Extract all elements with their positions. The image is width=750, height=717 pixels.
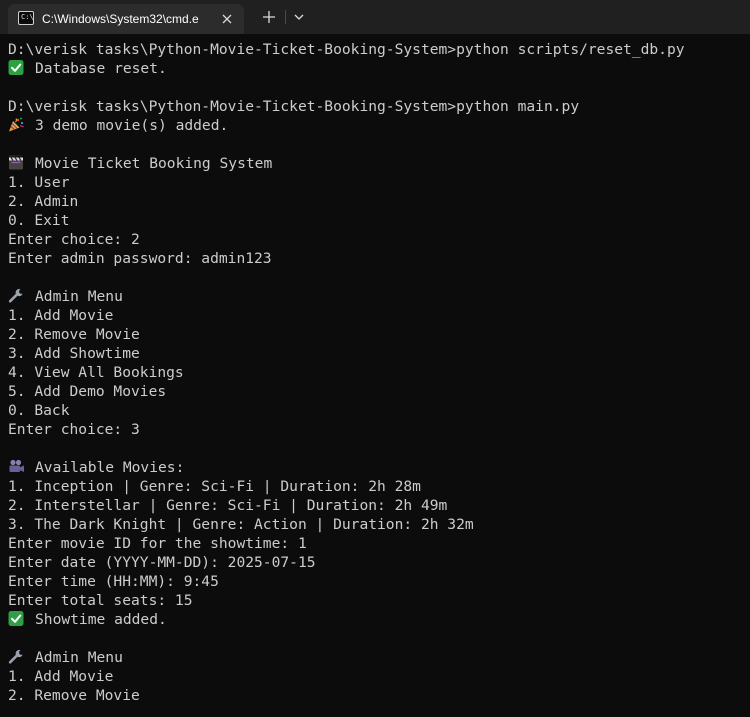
- terminal-line: 2. Remove Movie: [8, 325, 748, 344]
- terminal-line-text: Available Movies:: [35, 459, 185, 476]
- terminal-line-text: 2. Interstellar | Genre: Sci-Fi | Durati…: [8, 497, 448, 514]
- terminal-line-text: 2. Remove Movie: [8, 687, 140, 704]
- terminal-line-text: Movie Ticket Booking System: [35, 155, 273, 172]
- terminal-line: 0. Exit: [8, 211, 748, 230]
- terminal-line-text: Enter movie ID for the showtime: 1: [8, 535, 307, 552]
- terminal-line: Enter movie ID for the showtime: 1: [8, 534, 748, 553]
- terminal-line: 1. Add Movie: [8, 667, 748, 686]
- terminal-line-text: Enter time (HH:MM): 9:45: [8, 573, 219, 590]
- terminal-line: 0. Back: [8, 401, 748, 420]
- terminal-line-text: D:\verisk tasks\Python-Movie-Ticket-Book…: [8, 98, 580, 115]
- terminal-output[interactable]: D:\verisk tasks\Python-Movie-Ticket-Book…: [8, 40, 748, 705]
- terminal-line-text: Enter total seats: 15: [8, 592, 193, 609]
- terminal-line-text: 3 demo movie(s) added.: [35, 117, 229, 134]
- tab-title: C:\Windows\System32\cmd.e: [42, 12, 199, 26]
- check-mark-icon: [8, 60, 25, 75]
- tab-cmd[interactable]: C:\ C:\Windows\System32\cmd.e: [8, 4, 244, 34]
- terminal-line-text: Showtime added.: [35, 611, 167, 628]
- terminal-line: Database reset.: [8, 59, 748, 78]
- terminal-line: D:\verisk tasks\Python-Movie-Ticket-Book…: [8, 97, 748, 116]
- terminal-line: Enter date (YYYY-MM-DD): 2025-07-15: [8, 553, 748, 572]
- terminal-line: 3 demo movie(s) added.: [8, 116, 748, 135]
- terminal-line-text: Database reset.: [35, 60, 167, 77]
- terminal-line: Available Movies:: [8, 458, 748, 477]
- terminal-line-text: 1. User: [8, 174, 70, 191]
- terminal-line: 2. Admin: [8, 192, 748, 211]
- terminal-line: 3. Add Showtime: [8, 344, 748, 363]
- terminal-line: Enter total seats: 15: [8, 591, 748, 610]
- party-popper-icon: [8, 117, 25, 132]
- terminal-line-text: 4. View All Bookings: [8, 364, 184, 381]
- terminal-line: 3. The Dark Knight | Genre: Action | Dur…: [8, 515, 748, 534]
- terminal-line-text: 1. Inception | Genre: Sci-Fi | Duration:…: [8, 478, 421, 495]
- terminal-line: Admin Menu: [8, 287, 748, 306]
- terminal-line-text: 0. Exit: [8, 212, 70, 229]
- plus-icon[interactable]: [258, 6, 280, 28]
- terminal-line: 2. Remove Movie: [8, 686, 748, 705]
- terminal-line: Enter choice: 3: [8, 420, 748, 439]
- title-bar: C:\ C:\Windows\System32\cmd.e: [0, 0, 750, 34]
- chevron-down-icon[interactable]: [290, 6, 308, 28]
- terminal-line-text: 3. The Dark Knight | Genre: Action | Dur…: [8, 516, 474, 533]
- terminal-line: Enter choice: 2: [8, 230, 748, 249]
- tab-divider: [285, 10, 286, 24]
- terminal-line: 5. Add Demo Movies: [8, 382, 748, 401]
- terminal-line-text: 5. Add Demo Movies: [8, 383, 167, 400]
- terminal-line-text: Enter choice: 3: [8, 421, 140, 438]
- terminal-line: Showtime added.: [8, 610, 748, 629]
- terminal-line-text: Enter admin password: admin123: [8, 250, 272, 267]
- terminal-window: C:\ C:\Windows\System32\cmd.e D:\verisk …: [0, 0, 750, 717]
- movie-camera-icon: [8, 459, 25, 474]
- terminal-line-text: Admin Menu: [35, 649, 123, 666]
- wrench-icon: [8, 649, 25, 664]
- terminal-line-text: Enter choice: 2: [8, 231, 140, 248]
- terminal-line: Movie Ticket Booking System: [8, 154, 748, 173]
- wrench-icon: [8, 288, 25, 303]
- terminal-line: D:\verisk tasks\Python-Movie-Ticket-Book…: [8, 40, 748, 59]
- terminal-line: 1. User: [8, 173, 748, 192]
- terminal-line-text: 3. Add Showtime: [8, 345, 140, 362]
- terminal-line: Enter time (HH:MM): 9:45: [8, 572, 748, 591]
- terminal-line-text: Admin Menu: [35, 288, 123, 305]
- terminal-line-text: 1. Add Movie: [8, 668, 114, 685]
- terminal-line: 1. Inception | Genre: Sci-Fi | Duration:…: [8, 477, 748, 496]
- terminal-line-text: 2. Remove Movie: [8, 326, 140, 343]
- terminal-line: 4. View All Bookings: [8, 363, 748, 382]
- terminal-line-text: D:\verisk tasks\Python-Movie-Ticket-Book…: [8, 41, 685, 58]
- terminal-line-text: 2. Admin: [8, 193, 79, 210]
- terminal-line: 2. Interstellar | Genre: Sci-Fi | Durati…: [8, 496, 748, 515]
- terminal-line-text: 1. Add Movie: [8, 307, 114, 324]
- terminal-line-text: Enter date (YYYY-MM-DD): 2025-07-15: [8, 554, 316, 571]
- close-icon[interactable]: [218, 10, 236, 28]
- cmd-prompt-icon: C:\: [18, 11, 34, 25]
- clapperboard-icon: [8, 155, 25, 170]
- check-mark-icon: [8, 611, 25, 626]
- terminal-line-text: 0. Back: [8, 402, 70, 419]
- terminal-line: 1. Add Movie: [8, 306, 748, 325]
- terminal-line: Enter admin password: admin123: [8, 249, 748, 268]
- terminal-line: Admin Menu: [8, 648, 748, 667]
